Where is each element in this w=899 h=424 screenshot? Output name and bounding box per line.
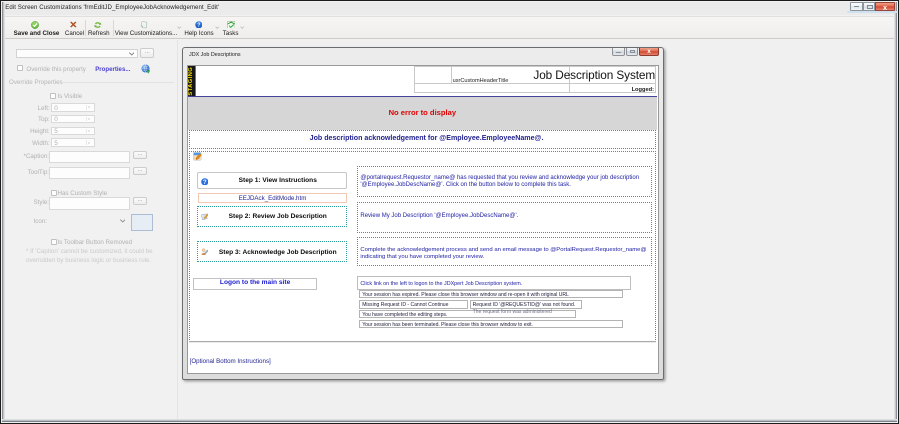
svg-text:?: ? <box>197 22 200 28</box>
svg-text:?: ? <box>203 179 207 186</box>
